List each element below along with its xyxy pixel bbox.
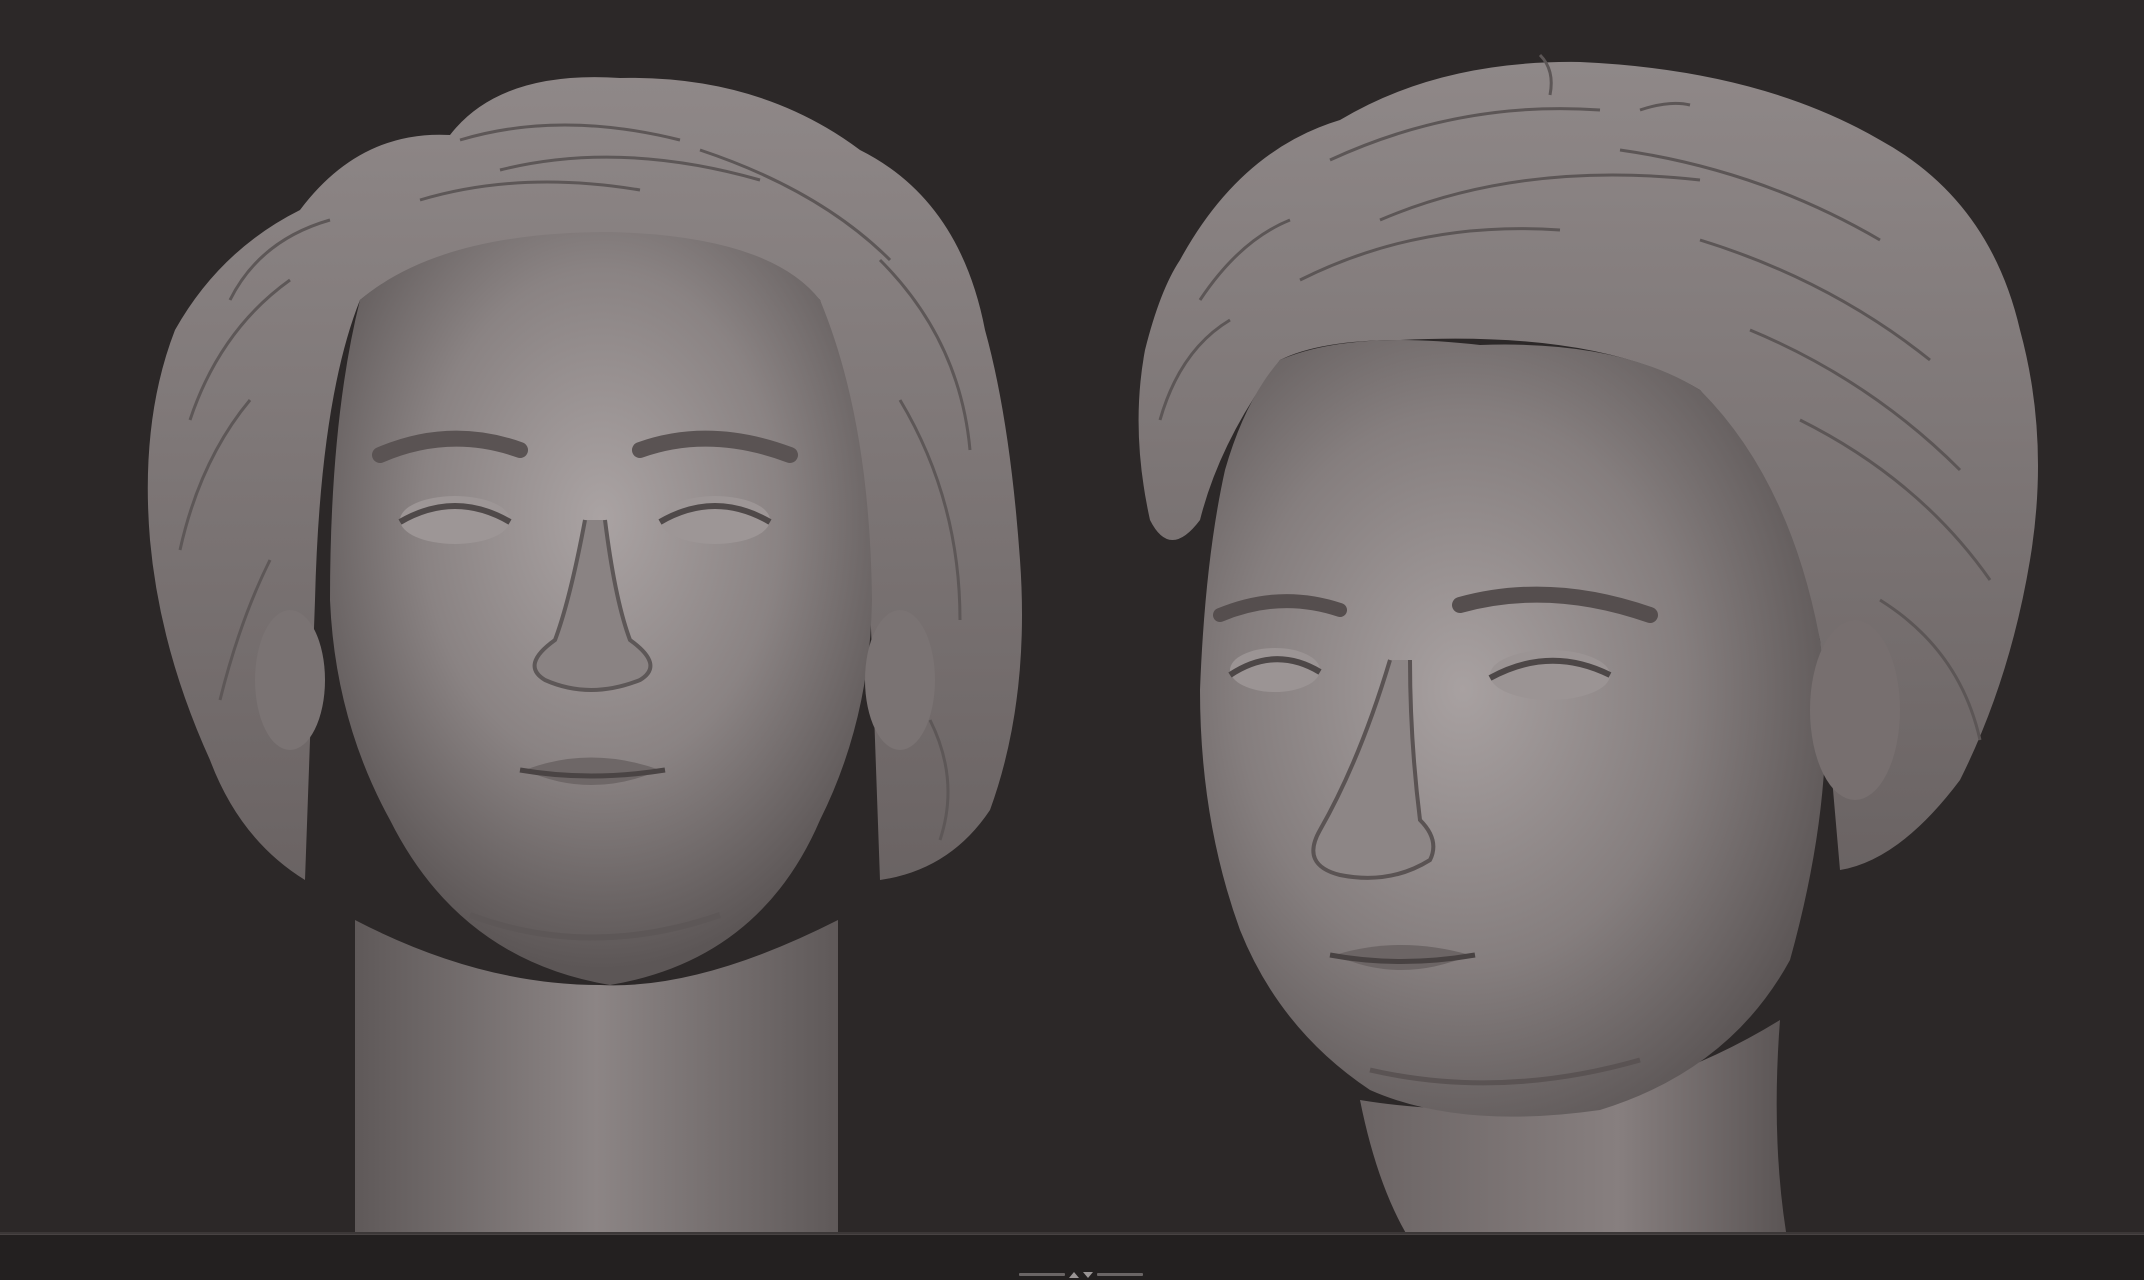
viewport-canvas[interactable] bbox=[0, 0, 2144, 1232]
three-quarter-head-model[interactable] bbox=[1138, 53, 2038, 1232]
sculpt-viewport[interactable] bbox=[0, 0, 2144, 1232]
front-ear-left bbox=[255, 610, 325, 750]
front-ear-right bbox=[865, 610, 935, 750]
tray-handle-bar-right[interactable] bbox=[1097, 1273, 1143, 1276]
front-head-model[interactable] bbox=[147, 77, 1022, 1232]
expand-collapse-tray-icon[interactable] bbox=[1018, 1270, 1144, 1279]
chevron-down-icon[interactable] bbox=[1083, 1271, 1093, 1278]
side-eye-right bbox=[1490, 650, 1610, 700]
chevron-up-icon[interactable] bbox=[1069, 1271, 1079, 1278]
side-ear bbox=[1810, 620, 1900, 800]
tray-handle-bar-left[interactable] bbox=[1019, 1273, 1065, 1276]
side-face bbox=[1200, 340, 1826, 1117]
